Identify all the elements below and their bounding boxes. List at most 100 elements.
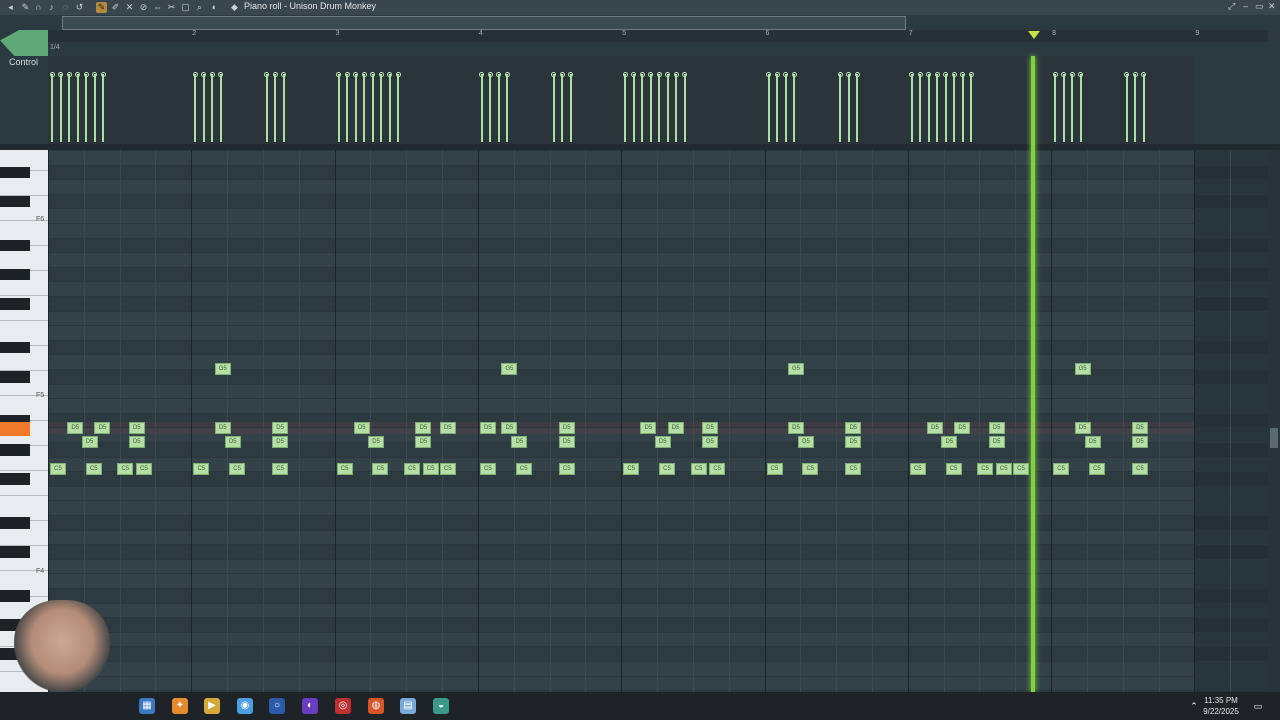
velocity-handle[interactable]: [648, 72, 654, 77]
velocity-bar[interactable]: [944, 74, 947, 142]
velocity-bar[interactable]: [1079, 74, 1082, 142]
note-d5[interactable]: D5: [511, 436, 528, 448]
velocity-bar[interactable]: [1071, 74, 1074, 142]
note-d5[interactable]: D5: [479, 422, 496, 434]
note-c5[interactable]: C5: [50, 463, 66, 475]
velocity-bar[interactable]: [767, 74, 770, 142]
note-c5[interactable]: C5: [1053, 463, 1070, 475]
velocity-bar[interactable]: [776, 74, 778, 142]
velocity-handle[interactable]: [917, 72, 923, 77]
velocity-handle[interactable]: [281, 72, 287, 77]
velocity-bar[interactable]: [970, 74, 973, 142]
velocity-handle[interactable]: [1052, 72, 1058, 77]
velocity-bar[interactable]: [910, 74, 913, 142]
velocity-handle[interactable]: [673, 72, 679, 77]
velocity-handle[interactable]: [496, 72, 502, 77]
velocity-bar[interactable]: [102, 74, 105, 142]
opera-icon[interactable]: ◎: [335, 698, 351, 714]
velocity-handle[interactable]: [209, 72, 215, 77]
note-c5[interactable]: C5: [558, 463, 575, 475]
velocity-bar[interactable]: [847, 74, 850, 142]
note-d5[interactable]: D5: [128, 436, 145, 448]
note-c5[interactable]: C5: [439, 463, 456, 475]
note-c5[interactable]: C5: [372, 463, 389, 475]
velocity-handle[interactable]: [487, 72, 493, 77]
note-c5[interactable]: C5: [1131, 463, 1148, 475]
velocity-handle[interactable]: [559, 72, 565, 77]
brush-icon[interactable]: ✐: [110, 2, 121, 13]
black-key[interactable]: [0, 341, 30, 354]
black-key[interactable]: [0, 166, 30, 179]
velocity-bar[interactable]: [1062, 74, 1065, 142]
velocity-handle[interactable]: [934, 72, 940, 77]
velocity-bar[interactable]: [793, 74, 796, 142]
pencil-icon[interactable]: ✎: [20, 2, 31, 13]
speaker-icon[interactable]: ◖: [208, 2, 219, 13]
browser-icon[interactable]: ◒: [433, 698, 449, 714]
velocity-bar[interactable]: [337, 74, 340, 142]
note-c5[interactable]: C5: [479, 463, 496, 475]
velocity-handle[interactable]: [58, 72, 63, 77]
velocity-handle[interactable]: [968, 72, 974, 77]
velocity-handle[interactable]: [1078, 72, 1084, 77]
velocity-handle[interactable]: [344, 72, 350, 77]
velocity-bar[interactable]: [927, 74, 930, 142]
note-c5[interactable]: C5: [709, 463, 726, 475]
menu-arrow-icon[interactable]: ◂: [5, 2, 16, 13]
black-key[interactable]: [0, 195, 30, 208]
note-c5[interactable]: C5: [229, 463, 246, 475]
velocity-bar[interactable]: [919, 74, 922, 142]
velocity-handle[interactable]: [791, 72, 797, 77]
velocity-handle[interactable]: [1069, 72, 1075, 77]
velocity-bar[interactable]: [552, 74, 555, 142]
velocity-handle[interactable]: [766, 72, 771, 77]
velocity-bar[interactable]: [641, 74, 644, 142]
note-d5[interactable]: D5: [501, 422, 518, 434]
velocity-bar[interactable]: [68, 74, 71, 142]
chrome-icon[interactable]: ◉: [237, 698, 253, 714]
black-key[interactable]: [0, 473, 30, 485]
note-d5[interactable]: D5: [353, 422, 370, 434]
note-d5[interactable]: D5: [439, 422, 456, 434]
play-icon[interactable]: ◆: [229, 2, 240, 13]
note-d5[interactable]: D5: [81, 436, 98, 448]
velocity-bar[interactable]: [76, 74, 79, 142]
note-d5[interactable]: D5: [941, 436, 958, 448]
velocity-bar[interactable]: [363, 74, 366, 142]
note-c5[interactable]: C5: [659, 463, 676, 475]
velocity-bar[interactable]: [397, 74, 400, 142]
velocity-handle[interactable]: [909, 72, 915, 77]
velocity-bar[interactable]: [632, 74, 635, 142]
close-icon[interactable]: ✕: [1268, 1, 1276, 12]
velocity-bar[interactable]: [354, 74, 357, 142]
note-d5[interactable]: D5: [845, 422, 862, 434]
note-c5[interactable]: C5: [336, 463, 353, 475]
velocity-bar[interactable]: [211, 74, 214, 142]
vertical-scrollbar[interactable]: [1268, 150, 1280, 692]
scroll-thumb[interactable]: [1270, 428, 1278, 448]
event-editor[interactable]: [48, 56, 1194, 144]
velocity-bar[interactable]: [346, 74, 349, 142]
velocity-bar[interactable]: [371, 74, 374, 142]
record-icon[interactable]: ◌: [60, 2, 71, 13]
velocity-bar[interactable]: [282, 74, 285, 142]
velocity-bar[interactable]: [569, 74, 572, 142]
velocity-bar[interactable]: [202, 74, 205, 142]
note-d5[interactable]: D5: [67, 422, 84, 434]
stamp-icon[interactable]: ♪: [46, 2, 57, 13]
velocity-handle[interactable]: [361, 72, 367, 77]
velocity-handle[interactable]: [66, 72, 72, 77]
velocity-bar[interactable]: [839, 74, 842, 142]
velocity-bar[interactable]: [51, 74, 53, 142]
velocity-handle[interactable]: [336, 72, 342, 77]
note-c5[interactable]: C5: [690, 463, 707, 475]
velocity-bar[interactable]: [658, 74, 661, 142]
velocity-handle[interactable]: [264, 72, 270, 77]
velocity-bar[interactable]: [388, 74, 391, 142]
maximize-icon[interactable]: ▭: [1255, 1, 1264, 12]
app-icon[interactable]: ◐: [302, 698, 318, 714]
velocity-bar[interactable]: [506, 74, 509, 142]
mute-icon[interactable]: ⊘: [138, 2, 149, 13]
note-c5[interactable]: C5: [802, 463, 819, 475]
note-d5[interactable]: D5: [640, 422, 657, 434]
